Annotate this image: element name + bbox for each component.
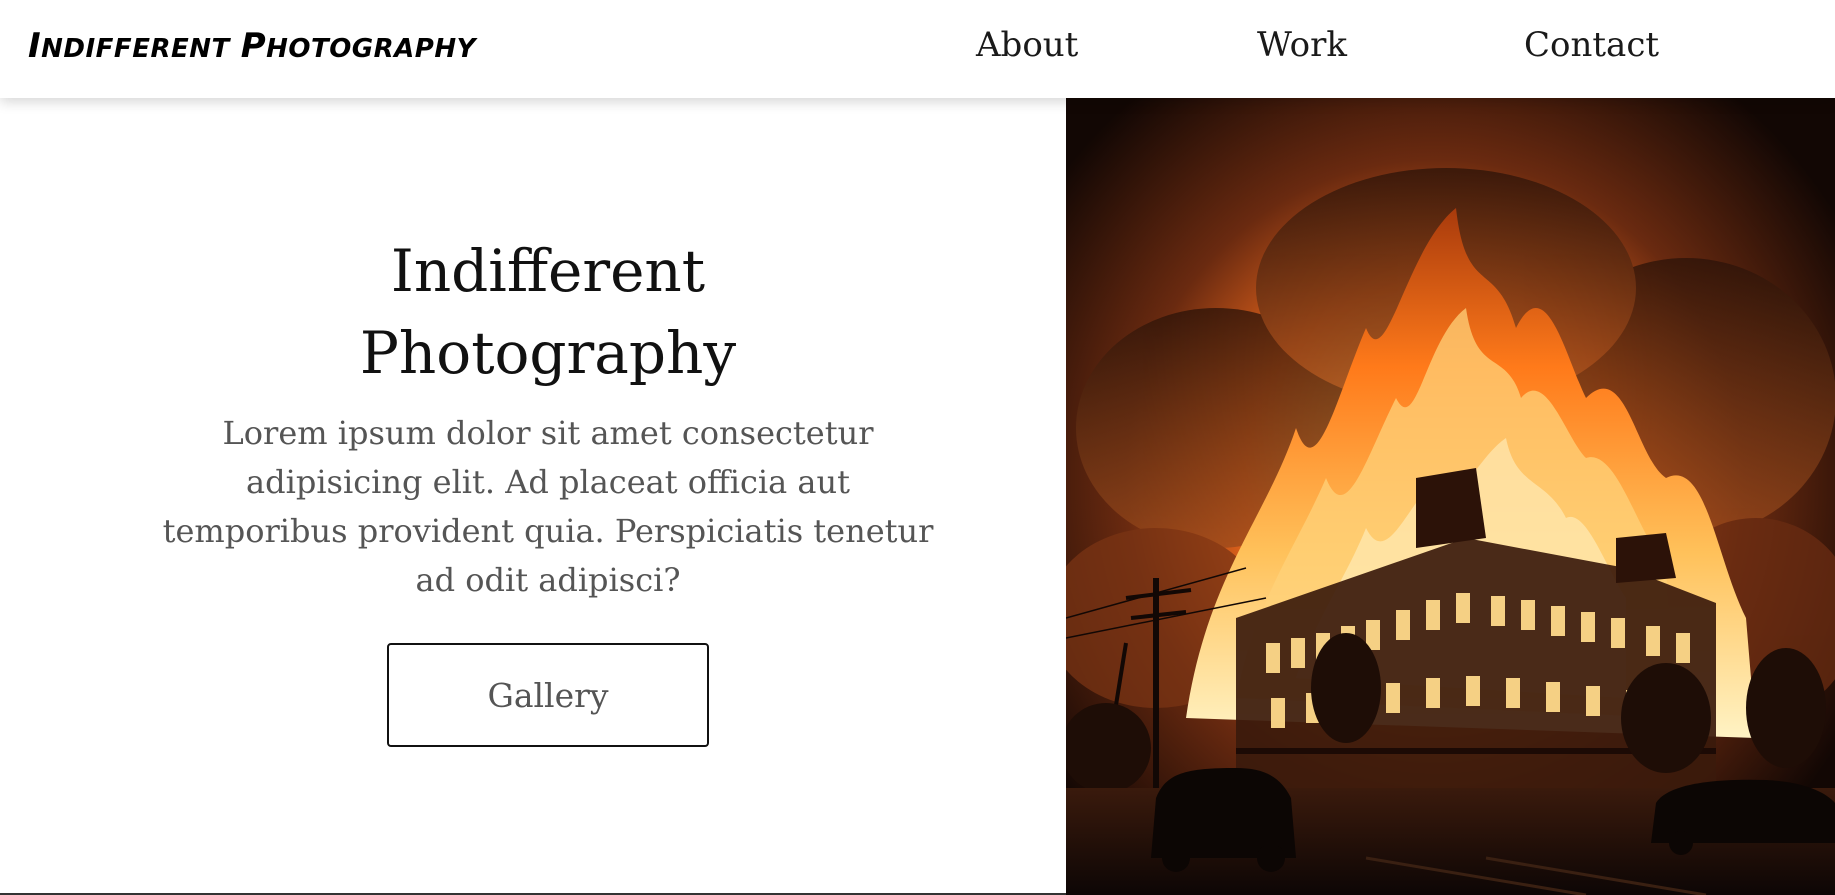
- brand-initial-2: P: [240, 26, 267, 66]
- hero-description: Lorem ipsum dolor sit amet consectetur a…: [162, 414, 934, 599]
- hero-title-line-2: Photography: [359, 319, 737, 387]
- nav-link-work[interactable]: Work: [1257, 22, 1347, 68]
- brand-initial-1: I: [28, 26, 42, 66]
- hero-photo-burning-building: [1066, 98, 1835, 895]
- landing-page: INDIFFERENT PHOTOGRAPHY About Work Conta…: [0, 0, 1835, 895]
- brand-logo[interactable]: INDIFFERENT PHOTOGRAPHY: [28, 26, 476, 69]
- nav-link-contact[interactable]: Contact: [1524, 22, 1659, 68]
- hero-title-line-1: Indifferent: [390, 237, 706, 305]
- hero-text-section: Indifferent Photography Lorem ipsum dolo…: [0, 98, 1066, 895]
- nav-link-about[interactable]: About: [976, 22, 1078, 68]
- brand-word-1-rest: NDIFFERENT: [41, 34, 230, 64]
- brand-word-2-rest: HOTOGRAPHY: [266, 34, 476, 64]
- hero-title: Indifferent Photography: [0, 230, 1096, 394]
- gallery-button[interactable]: Gallery: [387, 643, 709, 747]
- top-navbar: INDIFFERENT PHOTOGRAPHY About Work Conta…: [0, 0, 1835, 98]
- burning-building-illustration: [1066, 98, 1835, 895]
